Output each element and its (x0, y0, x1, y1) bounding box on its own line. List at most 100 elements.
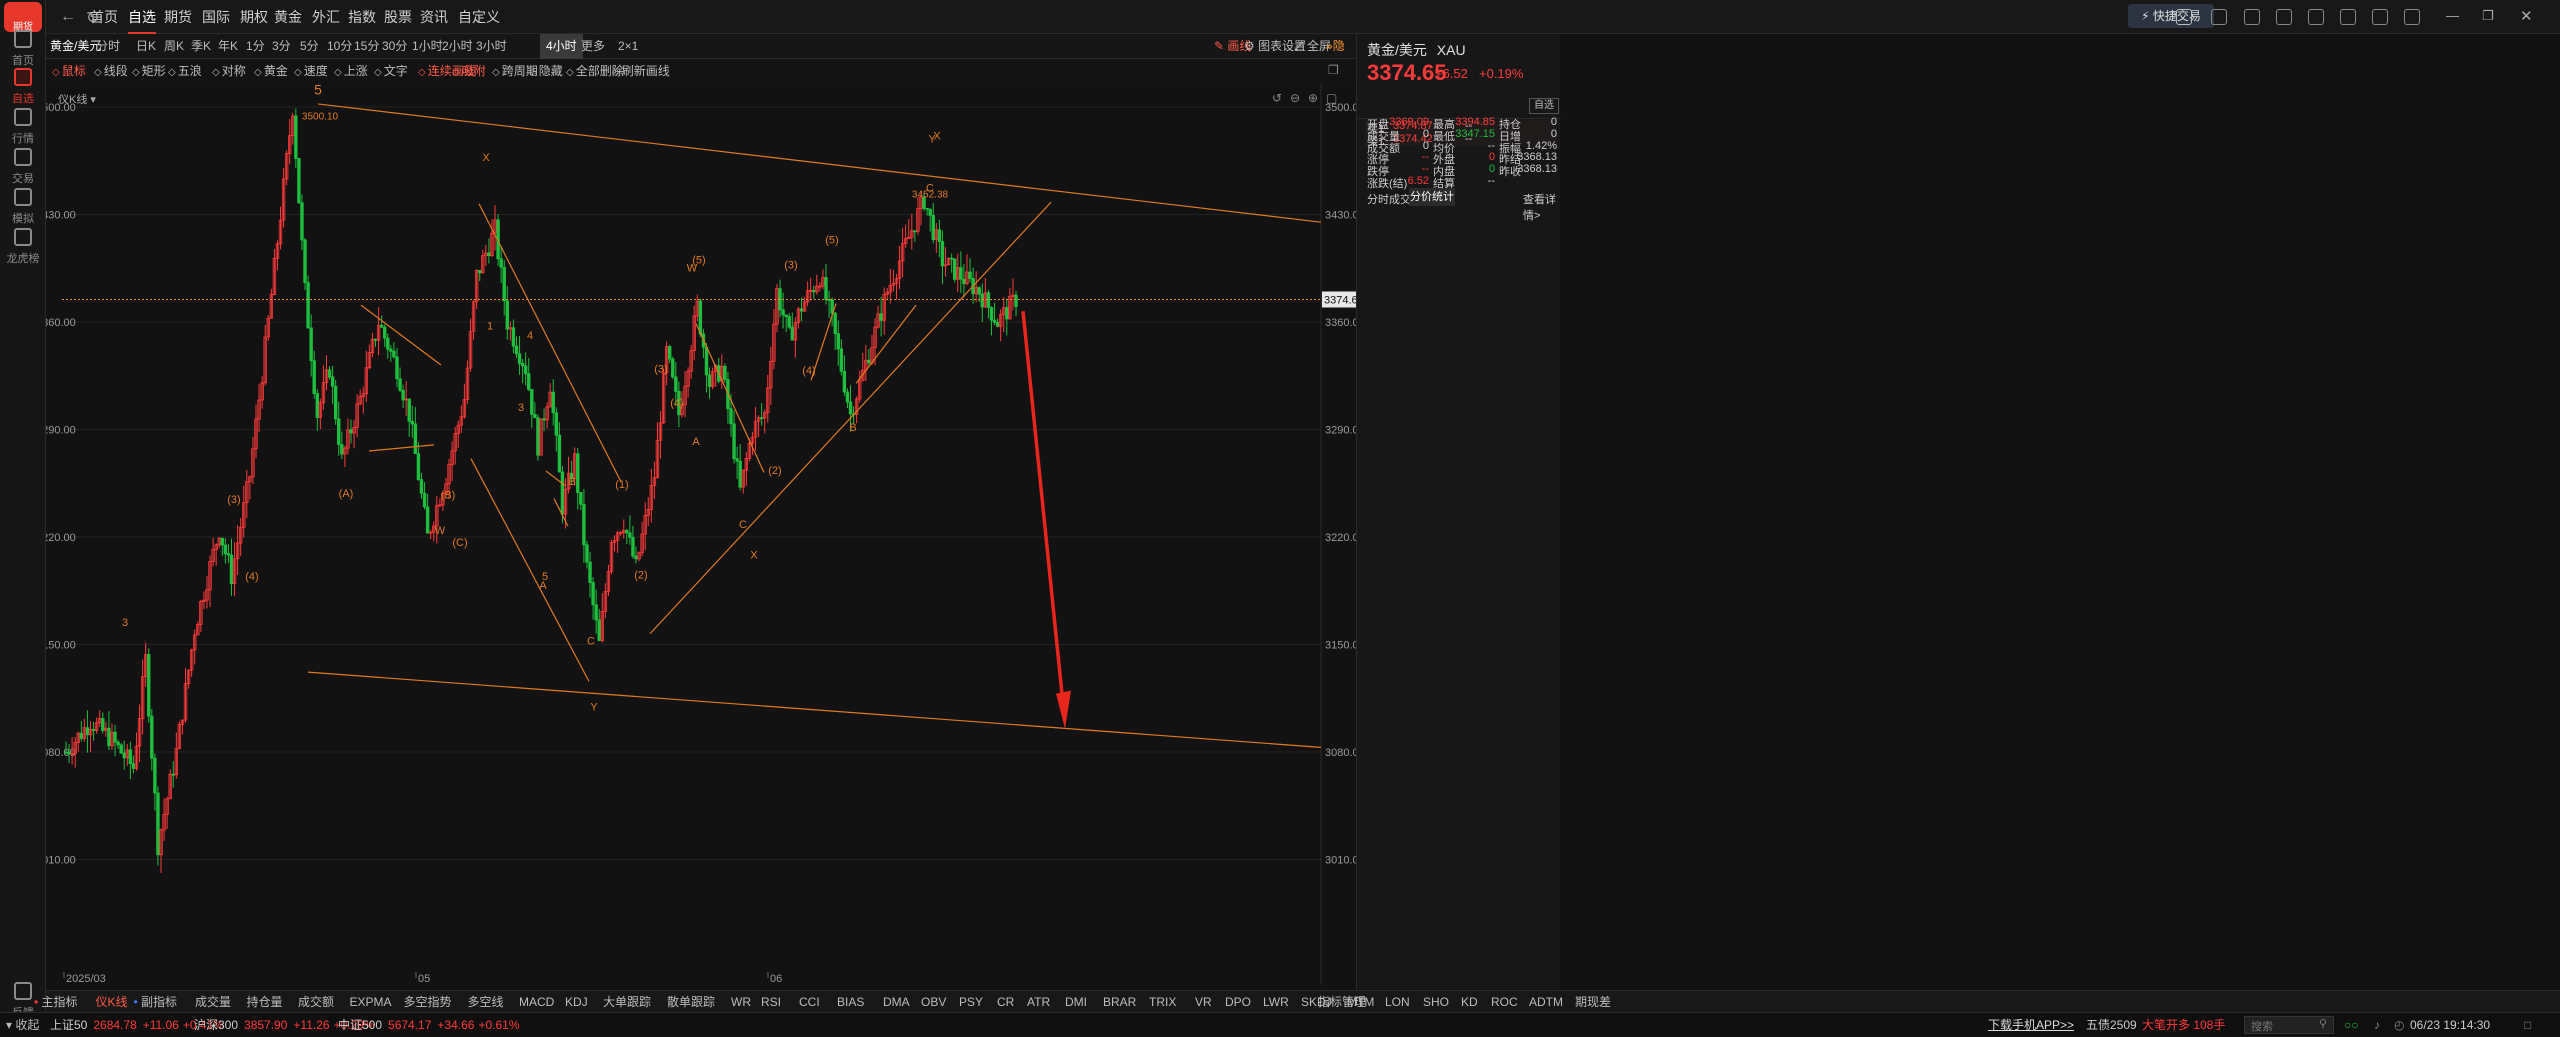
draw-tool-5[interactable]: ◇ 黄金 (254, 59, 288, 83)
zoom-in-icon[interactable]: ⊕ (1308, 91, 1318, 105)
indicator-option[interactable]: • 副指标 (134, 991, 178, 1013)
menu-icon[interactable] (2404, 9, 2420, 25)
draw-tool-1[interactable]: ◇ 线段 (94, 59, 128, 83)
download-app-link[interactable]: 下载手机APP>> (1988, 1013, 2074, 1037)
chat-icon[interactable] (2276, 9, 2292, 25)
nav-item[interactable]: 股票 (384, 0, 412, 34)
draw-tool-6[interactable]: ◇ 速度 (294, 59, 328, 83)
index-ticker[interactable]: 中证500 5674.17 +34.66 +0.61% (338, 1013, 520, 1037)
indicator-option[interactable]: SHO (1423, 991, 1449, 1013)
tab-time-trades[interactable]: 分时成交 (1367, 191, 1411, 207)
sidebar-item-0[interactable]: 首页 (0, 30, 46, 68)
indicator-option[interactable]: 成交量 (195, 991, 231, 1013)
draw-tool-7[interactable]: ◇ 上涨 (334, 59, 368, 83)
back-icon[interactable]: ← (60, 8, 76, 26)
period-option[interactable]: 更多 (581, 34, 605, 59)
bell-icon[interactable]: ♪ (2374, 1013, 2380, 1037)
nav-item[interactable]: 外汇 (312, 0, 340, 34)
period-option[interactable]: 1分 (246, 34, 265, 59)
indicator-option[interactable]: ATR (1027, 991, 1050, 1013)
draw-tool-4[interactable]: ◇ 对称 (212, 59, 246, 83)
search-input[interactable]: 搜索 ⚲ (2244, 1016, 2334, 1034)
period-option[interactable]: 周K (164, 34, 184, 59)
period-option[interactable]: 3分 (272, 34, 291, 59)
sidebar-item-1[interactable]: 自选 (0, 68, 46, 106)
indicator-option[interactable]: CCI (799, 991, 820, 1013)
indicator-option[interactable]: 成交额 (298, 991, 334, 1013)
period-option[interactable]: 30分 (382, 34, 407, 59)
indicator-option[interactable]: WR (731, 991, 751, 1013)
collapse-button[interactable]: ▾ 收起 (6, 1013, 39, 1037)
indicator-option[interactable]: 散单跟踪 (667, 991, 715, 1013)
period-option[interactable]: 10分 (327, 34, 352, 59)
indicator-option[interactable]: CR (997, 991, 1014, 1013)
expand-icon[interactable]: □ (2524, 1013, 2531, 1037)
app-logo[interactable]: 期货 (4, 2, 42, 33)
nav-item[interactable]: 资讯 (420, 0, 448, 34)
indicator-option[interactable]: 持仓量 (247, 991, 283, 1013)
draw-tool-3[interactable]: ◇ 五浪 (168, 59, 202, 83)
undo-icon[interactable]: ↺ (1272, 91, 1282, 105)
mail-icon[interactable] (2244, 9, 2260, 25)
sidebar-item-2[interactable]: 行情 (0, 108, 46, 146)
indicator-option[interactable]: DPO (1225, 991, 1251, 1013)
nav-item[interactable]: 自选 (128, 0, 156, 34)
indicator-option[interactable]: TRIX (1149, 991, 1176, 1013)
indicator-option[interactable]: ROC (1491, 991, 1518, 1013)
close-icon[interactable]: ✕ (2520, 7, 2533, 25)
minimize-icon[interactable]: — (2446, 8, 2459, 23)
nav-item[interactable]: 期权 (240, 0, 268, 34)
nav-item[interactable]: 自定义 (458, 0, 500, 34)
kline-style-select[interactable]: 仪K线 ▾ (58, 91, 96, 107)
expand-icon[interactable]: ❐ (1328, 63, 1339, 77)
indicator-option[interactable]: MACD (519, 991, 554, 1013)
indicator-option[interactable]: BRAR (1103, 991, 1136, 1013)
draw-tool-8[interactable]: ◇ 文字 (374, 59, 408, 83)
indicator-option[interactable]: OBV (921, 991, 946, 1013)
hide-panel-button[interactable]: »隐藏 (1326, 34, 1356, 78)
nav-item[interactable]: 期货 (164, 0, 192, 34)
period-option[interactable]: 2小时 (442, 34, 473, 59)
period-option[interactable]: 2×1 (618, 34, 638, 59)
period-option[interactable]: 15分 (354, 34, 379, 59)
period-option[interactable]: 1小时 (412, 34, 443, 59)
lock-icon[interactable] (2340, 9, 2356, 25)
fit-icon[interactable]: ▢ (1326, 91, 1337, 105)
indicator-manage-button[interactable]: 指标管理 (1318, 991, 1366, 1013)
sidebar-item-3[interactable]: 交易 (0, 148, 46, 186)
tab-price-stats[interactable]: 分价统计 (1409, 188, 1455, 206)
symbol-tab[interactable]: 黄金/美元 (50, 34, 101, 59)
chart-area[interactable]: 仪K线 ▾ ↺ ⊖ ⊕ ▢ 3010.003010.003080.003080.… (36, 82, 1365, 990)
indicator-option[interactable]: DMA (883, 991, 910, 1013)
period-option[interactable]: 5分 (300, 34, 319, 59)
period-option[interactable]: 日K (136, 34, 156, 59)
candlestick-chart[interactable]: 3010.003010.003080.003080.003150.003150.… (36, 82, 1365, 990)
restore-icon[interactable]: ❐ (2482, 8, 2494, 24)
view-details-link[interactable]: 查看详情> (1523, 191, 1561, 223)
period-option[interactable]: 年K (218, 34, 238, 59)
indicator-option[interactable]: DMI (1065, 991, 1087, 1013)
indicator-option[interactable]: EXPMA (350, 991, 392, 1013)
draw-tool-0[interactable]: ◇ 鼠标 (52, 59, 86, 83)
bell-icon[interactable] (2308, 9, 2324, 25)
draw-tool-14[interactable]: ◇ 刷新画线 (612, 59, 670, 83)
shirt-icon[interactable] (2372, 9, 2388, 25)
indicator-option[interactable]: PSY (959, 991, 983, 1013)
indicator-option[interactable]: RSI (761, 991, 781, 1013)
draw-tool-2[interactable]: ◇ 矩形 (132, 59, 166, 83)
nav-item[interactable]: 国际 (202, 0, 230, 34)
layout-icon[interactable] (2176, 9, 2192, 25)
indicator-option[interactable]: • 主指标 (34, 991, 78, 1013)
indicator-option[interactable]: 期现差 (1575, 991, 1611, 1013)
period-option[interactable]: 季K (191, 34, 211, 59)
indicator-option[interactable]: ADTM (1529, 991, 1563, 1013)
add-watchlist-button[interactable]: 自选 (1529, 98, 1559, 114)
draw-tool-10[interactable]: ◇ 吸附 (452, 59, 486, 83)
nav-item[interactable]: 指数 (348, 0, 376, 34)
sidebar-item-5[interactable]: 龙虎榜 (0, 228, 46, 266)
indicator-option[interactable]: KDJ (565, 991, 588, 1013)
zoom-out-icon[interactable]: ⊖ (1290, 91, 1300, 105)
period-option[interactable]: 4小时 (540, 34, 583, 59)
nav-item[interactable]: 黄金 (274, 0, 302, 34)
layers-icon[interactable] (2211, 9, 2227, 25)
